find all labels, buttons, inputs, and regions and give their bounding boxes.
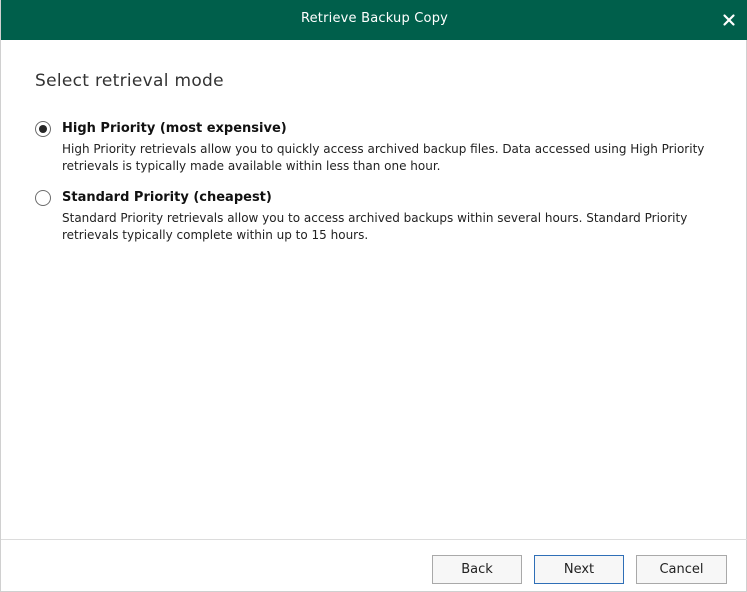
standard-priority-radio[interactable] bbox=[35, 190, 51, 206]
title-bar: Retrieve Backup Copy bbox=[1, 0, 747, 40]
standard-priority-description: Standard Priority retrievals allow you t… bbox=[62, 211, 688, 242]
high-priority-radio[interactable] bbox=[35, 121, 51, 137]
next-button[interactable]: Next bbox=[534, 555, 624, 584]
back-button[interactable]: Back bbox=[432, 555, 522, 584]
close-icon bbox=[723, 14, 735, 26]
close-button[interactable] bbox=[716, 7, 742, 33]
retrieve-backup-copy-dialog: Retrieve Backup Copy Select retrieval mo… bbox=[0, 0, 747, 592]
standard-priority-label[interactable]: Standard Priority (cheapest) bbox=[62, 190, 272, 205]
cancel-button[interactable]: Cancel bbox=[636, 555, 727, 584]
dialog-title: Retrieve Backup Copy bbox=[300, 11, 449, 26]
footer-divider bbox=[1, 539, 747, 540]
radio-selected-dot bbox=[39, 125, 47, 133]
page-title: Select retrieval mode bbox=[35, 71, 224, 91]
high-priority-description: High Priority retrievals allow you to qu… bbox=[62, 142, 705, 173]
high-priority-label[interactable]: High Priority (most expensive) bbox=[62, 121, 287, 136]
